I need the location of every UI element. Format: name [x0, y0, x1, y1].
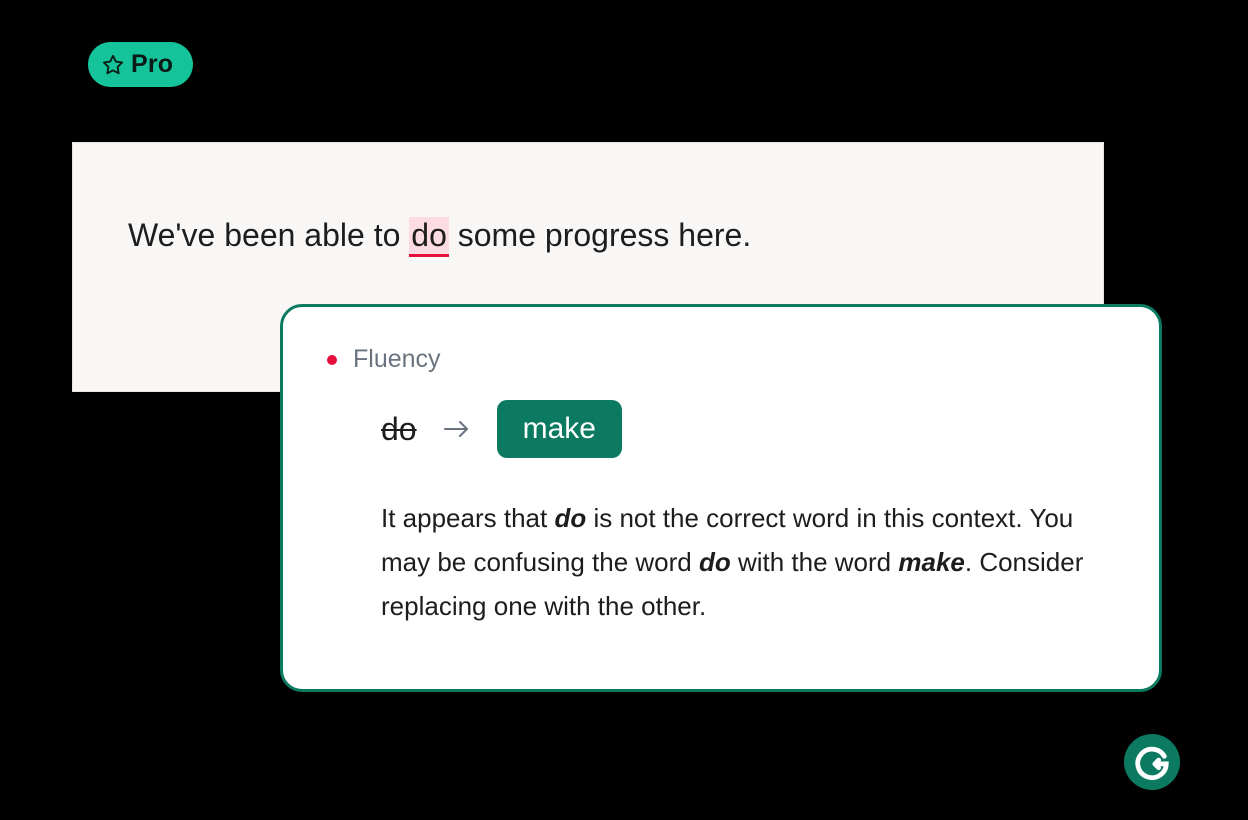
category-row: Fluency	[327, 345, 1115, 374]
highlighted-word[interactable]: do	[409, 217, 449, 257]
replacement-row: do make	[327, 400, 1115, 458]
category-dot-icon	[327, 355, 337, 365]
arrow-right-icon	[443, 419, 471, 439]
apply-suggestion-button[interactable]: make	[497, 400, 622, 458]
grammarly-logo-icon[interactable]	[1124, 734, 1180, 790]
pro-badge: Pro	[88, 42, 193, 87]
suggestion-card: Fluency do make It appears that do is no…	[280, 304, 1162, 692]
original-word: do	[381, 411, 417, 448]
star-icon	[102, 54, 124, 76]
pro-badge-label: Pro	[131, 50, 173, 79]
editor-sentence: We've been able to do some progress here…	[128, 215, 1048, 257]
sentence-before: We've been able to	[128, 217, 409, 253]
sentence-after: some progress here.	[449, 217, 751, 253]
category-label: Fluency	[353, 345, 441, 374]
suggestion-explanation: It appears that do is not the correct wo…	[327, 496, 1115, 629]
